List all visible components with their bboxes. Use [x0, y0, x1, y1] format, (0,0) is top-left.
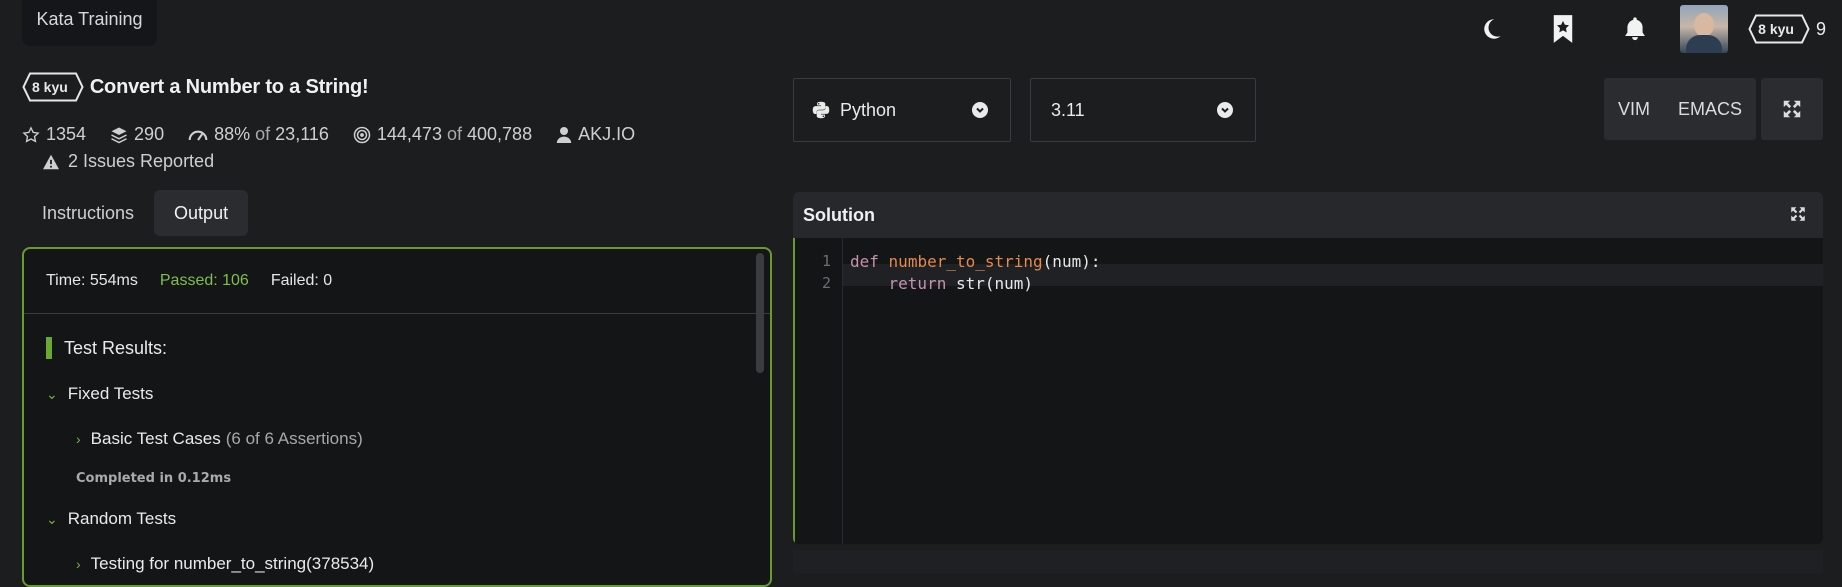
vim-mode-button[interactable]: VIM: [1604, 78, 1664, 140]
kata-stats: 1354 290 88% of 23,116 144,473 of 400,78…: [22, 124, 659, 145]
moon-icon[interactable]: [1468, 6, 1514, 52]
result-status-bar: [46, 337, 52, 359]
tab-instructions[interactable]: Instructions: [22, 190, 154, 236]
expand-icon: [1783, 100, 1801, 118]
failed-label: Failed: 0: [270, 272, 333, 289]
chevron-down-icon: [1217, 102, 1233, 118]
tab-output[interactable]: Output: [154, 190, 249, 236]
tooltip: Kata Training: [22, 0, 157, 46]
line-number: 2: [821, 274, 831, 292]
target-icon: [353, 126, 371, 143]
line-gutter: 1 2: [793, 238, 843, 544]
language-select[interactable]: Python: [793, 78, 1011, 142]
chevron-down-icon: ⌄: [46, 385, 58, 402]
fixed-tests-group[interactable]: ⌄ Fixed Tests: [46, 384, 153, 404]
bell-icon[interactable]: [1612, 6, 1658, 52]
version-select[interactable]: 3.11: [1030, 78, 1256, 142]
author-stat[interactable]: AKJ.IO: [556, 124, 635, 145]
fullscreen-button[interactable]: [1761, 78, 1823, 140]
chevron-down-icon: [972, 102, 988, 118]
satisfaction-stat: 88% of 23,116: [188, 124, 329, 145]
random-test-case[interactable]: › Testing for number_to_string(378534): [76, 554, 374, 574]
gauge-icon: [188, 130, 208, 141]
completions-stat: 144,473 of 400,788: [353, 124, 532, 145]
editor-mode-group: VIM EMACS: [1604, 78, 1757, 140]
assertion-count: (6 of 6 Assertions): [225, 429, 363, 448]
chevron-right-icon: ›: [76, 556, 81, 572]
user-avatar[interactable]: [1680, 5, 1729, 53]
test-summary: Time: 554ms Passed: 106 Failed: 0: [24, 249, 770, 314]
warning-icon: [43, 154, 59, 169]
chevron-right-icon: ›: [76, 431, 81, 447]
editor-expand-icon[interactable]: [1789, 205, 1807, 228]
editor-footer: [793, 550, 1823, 573]
random-tests-group[interactable]: ⌄ Random Tests: [46, 509, 176, 529]
editor-header: Solution: [793, 192, 1823, 238]
editor-title: Solution: [803, 204, 875, 225]
scrollbar[interactable]: [756, 253, 764, 373]
kata-title: Convert a Number to a String!: [89, 75, 369, 98]
panel-tabs: Instructions Output: [22, 190, 249, 236]
code-editor[interactable]: Solution 1 2 def number_to_string(num): …: [793, 192, 1823, 544]
honor-count: 9: [1815, 18, 1826, 39]
kata-rank-badge: 8 kyu: [22, 72, 84, 102]
layers-icon: [111, 127, 127, 143]
stars-stat[interactable]: 1354: [22, 124, 86, 145]
passed-label: Passed: 106: [159, 272, 249, 289]
issues-reported[interactable]: 2 Issues Reported: [42, 151, 214, 172]
python-icon: [812, 101, 830, 119]
basic-test-cases[interactable]: › Basic Test Cases (6 of 6 Assertions): [76, 429, 363, 449]
collections-stat: 290: [110, 124, 164, 145]
line-number: 1: [821, 252, 831, 270]
time-label: Time: 554ms: [46, 272, 138, 289]
user-rank-badge: 8 kyu: [1748, 14, 1810, 44]
chevron-down-icon: ⌄: [46, 510, 58, 527]
completed-time: Completed in 0.12ms: [76, 471, 232, 486]
bookmark-star-icon[interactable]: [1540, 6, 1586, 52]
star-icon: [22, 125, 40, 143]
test-results-heading: Test Results:: [46, 337, 167, 359]
output-panel: Time: 554ms Passed: 106 Failed: 0 Test R…: [22, 247, 772, 587]
top-toolbar: 8 kyu 9: [1442, 5, 1826, 53]
code-line-2[interactable]: return str(num): [850, 274, 1034, 293]
user-icon: [556, 126, 572, 143]
code-line-1[interactable]: def number_to_string(num):: [850, 252, 1100, 271]
emacs-mode-button[interactable]: EMACS: [1664, 78, 1756, 140]
kata-header: 8 kyu Convert a Number to a String!: [22, 72, 369, 102]
